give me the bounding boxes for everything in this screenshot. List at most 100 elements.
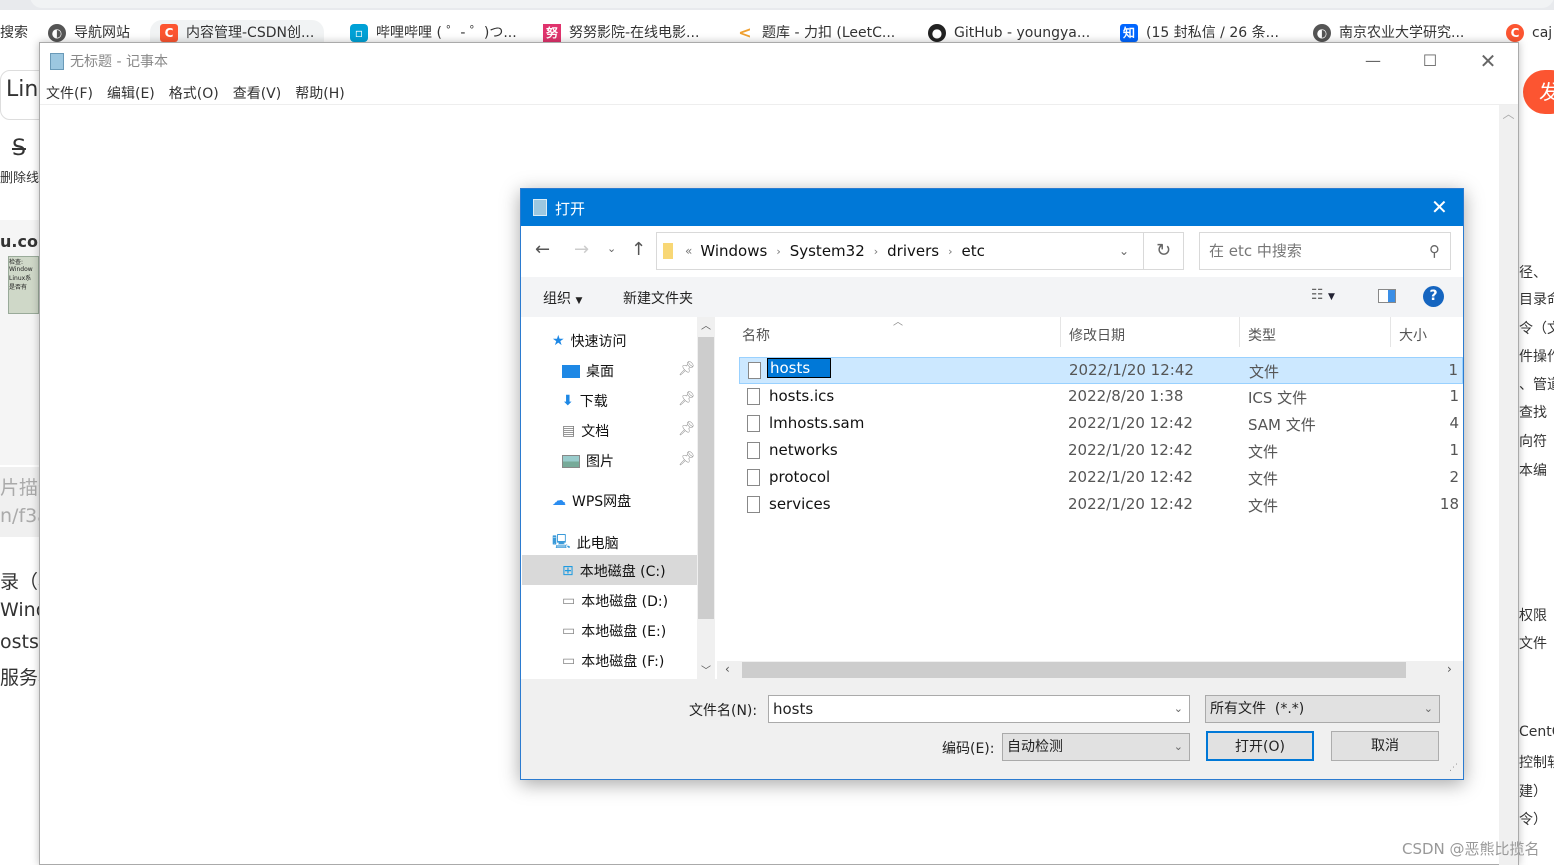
file-size: 1 <box>1449 441 1459 459</box>
filetype-select[interactable]: 所有文件 (*.*) ⌄ <box>1205 695 1440 723</box>
scroll-right-icon[interactable]: › <box>1447 662 1452 676</box>
organize-button[interactable]: 组织 ▼ <box>543 288 582 308</box>
nav-drive-e[interactable]: ▭ 本地磁盘 (E:) <box>562 621 666 641</box>
toc-item[interactable]: 向符 <box>1519 431 1547 451</box>
column-header-date[interactable]: 修改日期 <box>1069 325 1125 345</box>
nav-label: 下载 <box>579 394 608 410</box>
file-row[interactable]: services 2022/1/20 12:42 文件 18 <box>739 492 1463 519</box>
toc-item[interactable]: 本编 <box>1519 460 1547 480</box>
chevron-right-icon[interactable]: › <box>776 245 780 258</box>
menu-format[interactable]: 格式(O) <box>169 83 219 103</box>
search-input[interactable]: 在 etc 中搜索 ⚲ <box>1199 232 1451 270</box>
scroll-down-icon[interactable]: ﹀ <box>697 662 715 677</box>
help-icon[interactable]: ? <box>1423 286 1444 307</box>
resize-grip-icon[interactable]: ⋰ <box>1449 763 1458 773</box>
scroll-left-icon[interactable]: ‹ <box>725 662 730 676</box>
file-row[interactable]: hosts.ics 2022/8/20 1:38 ICS 文件 1 <box>739 384 1463 411</box>
nav-desktop[interactable]: 桌面 <box>562 361 614 381</box>
bookmark-search[interactable]: 搜索 <box>0 20 28 46</box>
scroll-up-icon[interactable]: ︿ <box>697 317 715 332</box>
scrollbar-thumb[interactable] <box>698 337 714 619</box>
pin-icon[interactable]: 📌︎ <box>678 451 696 467</box>
menu-file[interactable]: 文件(F) <box>46 83 93 103</box>
divider <box>40 104 1518 105</box>
file-row[interactable]: lmhosts.sam 2022/1/20 12:42 SAM 文件 4 <box>739 411 1463 438</box>
toc-item[interactable]: 查找 <box>1519 402 1547 422</box>
nav-scrollbar[interactable]: ︿ ﹀ <box>697 317 715 679</box>
column-divider[interactable] <box>1390 317 1391 347</box>
close-icon[interactable]: ✕ <box>1431 195 1448 219</box>
toc-item[interactable]: 、管道 <box>1519 374 1554 394</box>
toc-item[interactable]: 件操作 <box>1519 346 1554 366</box>
file-row[interactable]: hosts 2022/1/20 12:42 文件 1 <box>739 357 1463 384</box>
nav-drive-f[interactable]: ▭ 本地磁盘 (F:) <box>562 651 664 671</box>
chevron-down-icon: ⌄ <box>1173 740 1183 753</box>
nav-this-pc[interactable]: 🖳︎ 此电脑 <box>552 531 619 555</box>
maximize-button[interactable]: ☐ <box>1407 47 1453 75</box>
file-row[interactable]: networks 2022/1/20 12:42 文件 1 <box>739 438 1463 465</box>
open-button[interactable]: 打开(O) <box>1206 731 1314 761</box>
new-folder-button[interactable]: 新建文件夹 <box>623 288 693 308</box>
toc-item[interactable]: 控制软 <box>1519 752 1554 772</box>
pin-icon[interactable]: 📌︎ <box>678 391 696 407</box>
toc-item[interactable]: 建） <box>1519 781 1547 801</box>
pin-icon[interactable]: 📌︎ <box>678 361 696 377</box>
chevron-down-icon[interactable]: ⌄ <box>1119 244 1129 258</box>
breadcrumb-windows[interactable]: Windows <box>700 242 767 260</box>
toc-item[interactable]: 径、 <box>1519 262 1547 282</box>
nav-wps[interactable]: ☁ WPS网盘 <box>552 491 631 511</box>
filetype-value: 所有文件 (*.*) <box>1210 701 1305 717</box>
close-button[interactable]: ✕ <box>1465 47 1511 75</box>
column-divider[interactable] <box>1060 317 1061 347</box>
dialog-titlebar: 打开 ✕ <box>521 189 1463 226</box>
preview-pane-icon[interactable] <box>1378 289 1396 303</box>
menu-help[interactable]: 帮助(H) <box>295 83 344 103</box>
toc-item[interactable]: 令（文 <box>1519 318 1554 338</box>
chevron-right-icon[interactable]: › <box>874 245 878 258</box>
diagram-thumbnail: 检查: Window Linux系 是否有 <box>8 256 39 314</box>
up-arrow-icon[interactable]: ↑ <box>631 239 646 260</box>
nav-documents[interactable]: ▤ 文档 <box>562 421 609 441</box>
menu-edit[interactable]: 编辑(E) <box>107 83 155 103</box>
breadcrumb-system32[interactable]: System32 <box>790 242 865 260</box>
chevron-down-icon[interactable]: ⌄ <box>1174 696 1183 722</box>
strikethrough-label[interactable]: 删除线 <box>0 167 39 186</box>
back-arrow-icon[interactable]: ← <box>535 239 550 260</box>
overflow-chevron-icon[interactable]: « <box>685 244 692 258</box>
nav-quick-access[interactable]: ★ 快速访问 <box>552 331 627 351</box>
toc-item[interactable]: 令） <box>1519 809 1547 829</box>
nav-drive-d[interactable]: ▭ 本地磁盘 (D:) <box>562 591 668 611</box>
column-header-name[interactable]: 名称 <box>742 325 770 345</box>
refresh-button[interactable]: ↻ <box>1144 232 1184 270</box>
column-header-size[interactable]: 大小 <box>1399 325 1427 345</box>
toc-item[interactable]: 目录命 <box>1519 289 1554 309</box>
column-divider[interactable] <box>1239 317 1240 347</box>
view-options-icon[interactable]: ☷ ▼ <box>1311 287 1335 303</box>
toc-item[interactable]: CentO <box>1519 724 1554 740</box>
address-bar[interactable]: « Windows › System32 › drivers › etc ⌄ <box>656 232 1144 270</box>
breadcrumb-drivers[interactable]: drivers <box>887 242 939 260</box>
recent-chevron-icon[interactable]: ⌄ <box>607 242 616 255</box>
pin-icon[interactable]: 📌︎ <box>678 421 696 437</box>
nav-downloads[interactable]: ⬇ 下载 <box>562 391 608 411</box>
breadcrumb-etc[interactable]: etc <box>962 242 985 260</box>
minimize-button[interactable]: — <box>1350 47 1396 75</box>
file-name[interactable]: hosts <box>766 358 832 378</box>
notepad-icon <box>533 199 547 216</box>
encoding-select[interactable]: 自动检测 ⌄ <box>1002 733 1190 761</box>
nav-pictures[interactable]: 图片 <box>562 451 614 471</box>
cancel-button[interactable]: 取消 <box>1331 731 1439 761</box>
file-type: 文件 <box>1248 443 1279 461</box>
column-header-type[interactable]: 类型 <box>1248 325 1276 345</box>
horizontal-scrollbar[interactable]: ‹ › <box>717 661 1463 679</box>
toc-item[interactable]: 文件 <box>1519 633 1547 653</box>
scroll-up-icon[interactable]: ︿ <box>1499 105 1518 122</box>
nav-drive-c[interactable]: ⊞ 本地磁盘 (C:) <box>562 561 666 581</box>
scrollbar-thumb[interactable] <box>742 662 1406 678</box>
chevron-right-icon[interactable]: › <box>948 245 952 258</box>
filename-input[interactable]: hosts ⌄ <box>768 695 1190 723</box>
toc-item[interactable]: 权限 <box>1519 605 1547 625</box>
menu-view[interactable]: 查看(V) <box>233 83 282 103</box>
file-row[interactable]: protocol 2022/1/20 12:42 文件 2 <box>739 465 1463 492</box>
vertical-scrollbar[interactable]: ︿ <box>1499 105 1518 865</box>
